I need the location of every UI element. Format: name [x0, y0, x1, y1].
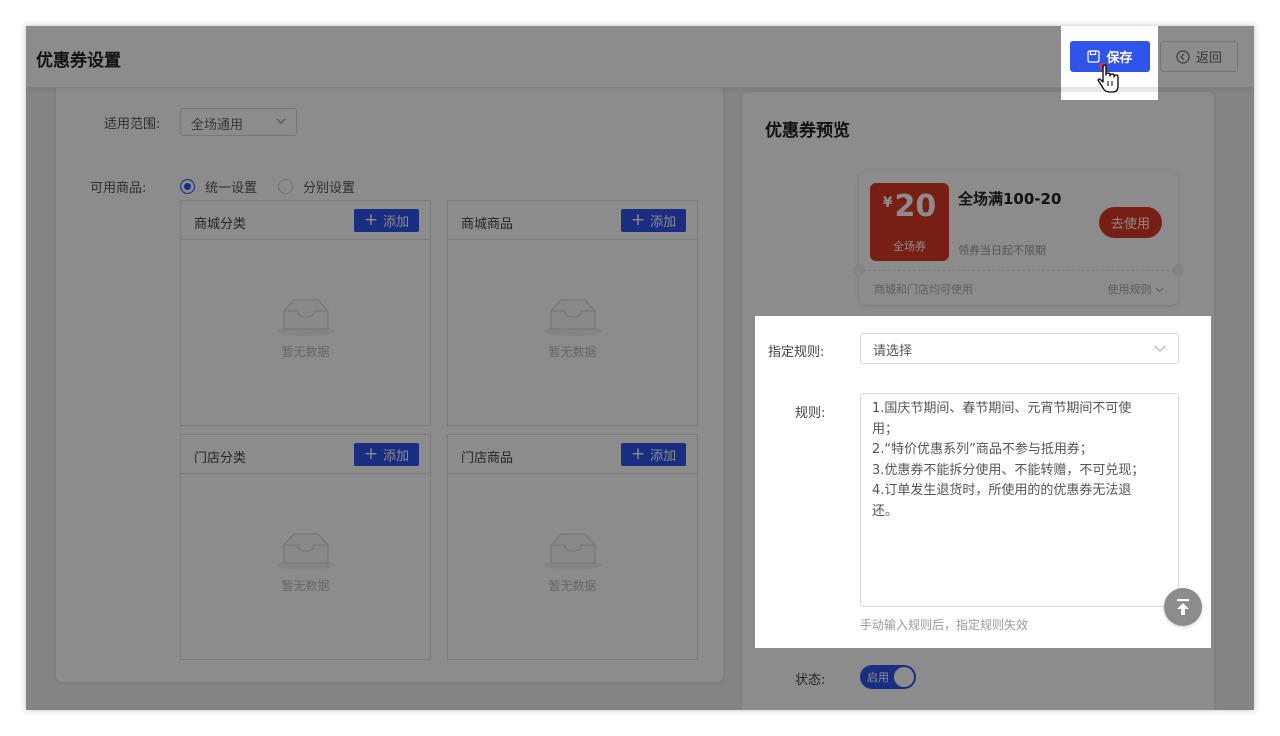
radio-separate-label: 分别设置 [303, 181, 356, 196]
rule-select[interactable]: 请选择 [860, 333, 1179, 364]
empty-inbox-icon [276, 299, 335, 336]
panel-header: 门店商品 + 添加 [448, 435, 697, 474]
coupon-type: 全场券 [893, 240, 926, 253]
coupon-amount-block: ¥20 全场券 [870, 183, 949, 261]
panel-title: 商城分类 [194, 217, 247, 232]
empty-state: 暂无数据 [181, 531, 430, 594]
plus-icon: + [630, 444, 646, 464]
currency-symbol: ¥ [882, 195, 893, 211]
use-coupon-button[interactable]: 去使用 [1099, 207, 1162, 238]
plus-icon: + [630, 210, 646, 230]
empty-text: 暂无数据 [548, 345, 597, 359]
coupon-note: 商城和门店均可使用 [874, 283, 973, 296]
page-header: 优惠券设置 保存 返回 [26, 26, 1254, 88]
overlay-dim [1211, 316, 1254, 648]
status-toggle-label: 启用 [867, 671, 889, 684]
chevron-down-icon [1154, 345, 1166, 352]
rule-select-placeholder: 请选择 [873, 344, 913, 359]
rule-select-label: 指定规则: [768, 345, 825, 360]
panel-title: 门店分类 [194, 451, 247, 466]
panel-header: 商城商品 + 添加 [448, 201, 697, 240]
back-button[interactable]: 返回 [1160, 41, 1238, 72]
empty-inbox-icon [543, 299, 602, 336]
empty-text: 暂无数据 [281, 345, 330, 359]
empty-state: 暂无数据 [448, 531, 697, 594]
coupon-form-card: 适用范围: 全场通用 可用商品: 统一设置 分别设置 商城分类 + 添加 暂无数… [56, 56, 723, 682]
scope-select[interactable]: 全场通用 [180, 108, 297, 136]
panel-header: 门店分类 + 添加 [181, 435, 430, 474]
panel-store-category: 门店分类 + 添加 暂无数据 [180, 434, 431, 660]
empty-state: 暂无数据 [448, 297, 697, 360]
coupon-amount-value: 20 [894, 189, 937, 224]
toggle-knob [894, 667, 914, 687]
arrow-up-to-top-icon [1177, 599, 1189, 615]
empty-inbox-icon [543, 533, 602, 570]
panel-title: 商城商品 [461, 217, 514, 232]
radio-unified-label: 统一设置 [205, 181, 258, 196]
chevron-down-icon [276, 118, 286, 124]
radio-unified[interactable]: 统一设置 [180, 177, 257, 196]
add-store-category-button[interactable]: + 添加 [354, 443, 419, 466]
add-button-label: 添加 [383, 215, 410, 230]
coupon-amount: ¥20 [870, 189, 949, 224]
add-mall-category-button[interactable]: + 添加 [354, 209, 419, 232]
empty-state: 暂无数据 [181, 297, 430, 360]
empty-text: 暂无数据 [548, 579, 597, 593]
status-label: 状态: [795, 673, 826, 688]
rules-textarea[interactable]: 1.国庆节期间、春节期间、元宵节期间不可使 用； 2.“特价优惠系列”商品不参与… [860, 393, 1179, 607]
coupon-divider [863, 270, 1174, 271]
add-mall-goods-button[interactable]: + 添加 [621, 209, 686, 232]
radio-checked-icon [180, 179, 195, 194]
add-button-label: 添加 [650, 215, 677, 230]
app-window: 优惠券设置 保存 返回 适用范围: 全场通用 可用商品: 统一设置 分别设置 商… [26, 26, 1254, 710]
status-toggle[interactable]: 启用 [860, 665, 916, 689]
radio-unchecked-icon [278, 179, 293, 194]
coupon-validity: 领券当日起不限期 [958, 244, 1046, 257]
panel-title: 门店商品 [461, 451, 514, 466]
back-button-label: 返回 [1195, 51, 1222, 66]
preview-title: 优惠券预览 [765, 121, 850, 141]
radio-separate[interactable]: 分别设置 [278, 177, 355, 196]
scope-select-value: 全场通用 [191, 118, 244, 133]
rules-label: 规则: [795, 406, 826, 421]
goods-label: 可用商品: [90, 181, 147, 196]
coupon-name: 全场满100-20 [958, 190, 1062, 208]
empty-text: 暂无数据 [281, 579, 330, 593]
coupon-preview: ¥20 全场券 全场满100-20 领券当日起不限期 去使用 商城和门店均可使用… [853, 172, 1184, 305]
panel-header: 商城分类 + 添加 [181, 201, 430, 240]
coupon-preview-card: 优惠券预览 ¥20 全场券 全场满100-20 领券当日起不限期 去使用 商城和… [742, 92, 1214, 710]
coupon-rules-link-label: 使用规则 [1107, 283, 1152, 296]
panel-store-goods: 门店商品 + 添加 暂无数据 [447, 434, 698, 660]
empty-inbox-icon [276, 533, 335, 570]
add-button-label: 添加 [383, 449, 410, 464]
panel-mall-goods: 商城商品 + 添加 暂无数据 [447, 200, 698, 426]
scroll-to-top-button[interactable] [1164, 588, 1202, 626]
add-button-label: 添加 [650, 449, 677, 464]
plus-icon: + [363, 444, 379, 464]
chevron-down-icon [1155, 287, 1164, 293]
page-title: 优惠券设置 [36, 51, 121, 71]
coupon-rules-link[interactable]: 使用规则 [1108, 281, 1165, 297]
panel-mall-category: 商城分类 + 添加 暂无数据 [180, 200, 431, 426]
hand-pointer-cursor-icon [1097, 63, 1119, 93]
add-store-goods-button[interactable]: + 添加 [621, 443, 686, 466]
plus-icon: + [363, 210, 379, 230]
scope-label: 适用范围: [104, 117, 161, 132]
rules-hint: 手动输入规则后，指定规则失效 [860, 618, 1029, 632]
back-circle-icon [1176, 49, 1190, 64]
